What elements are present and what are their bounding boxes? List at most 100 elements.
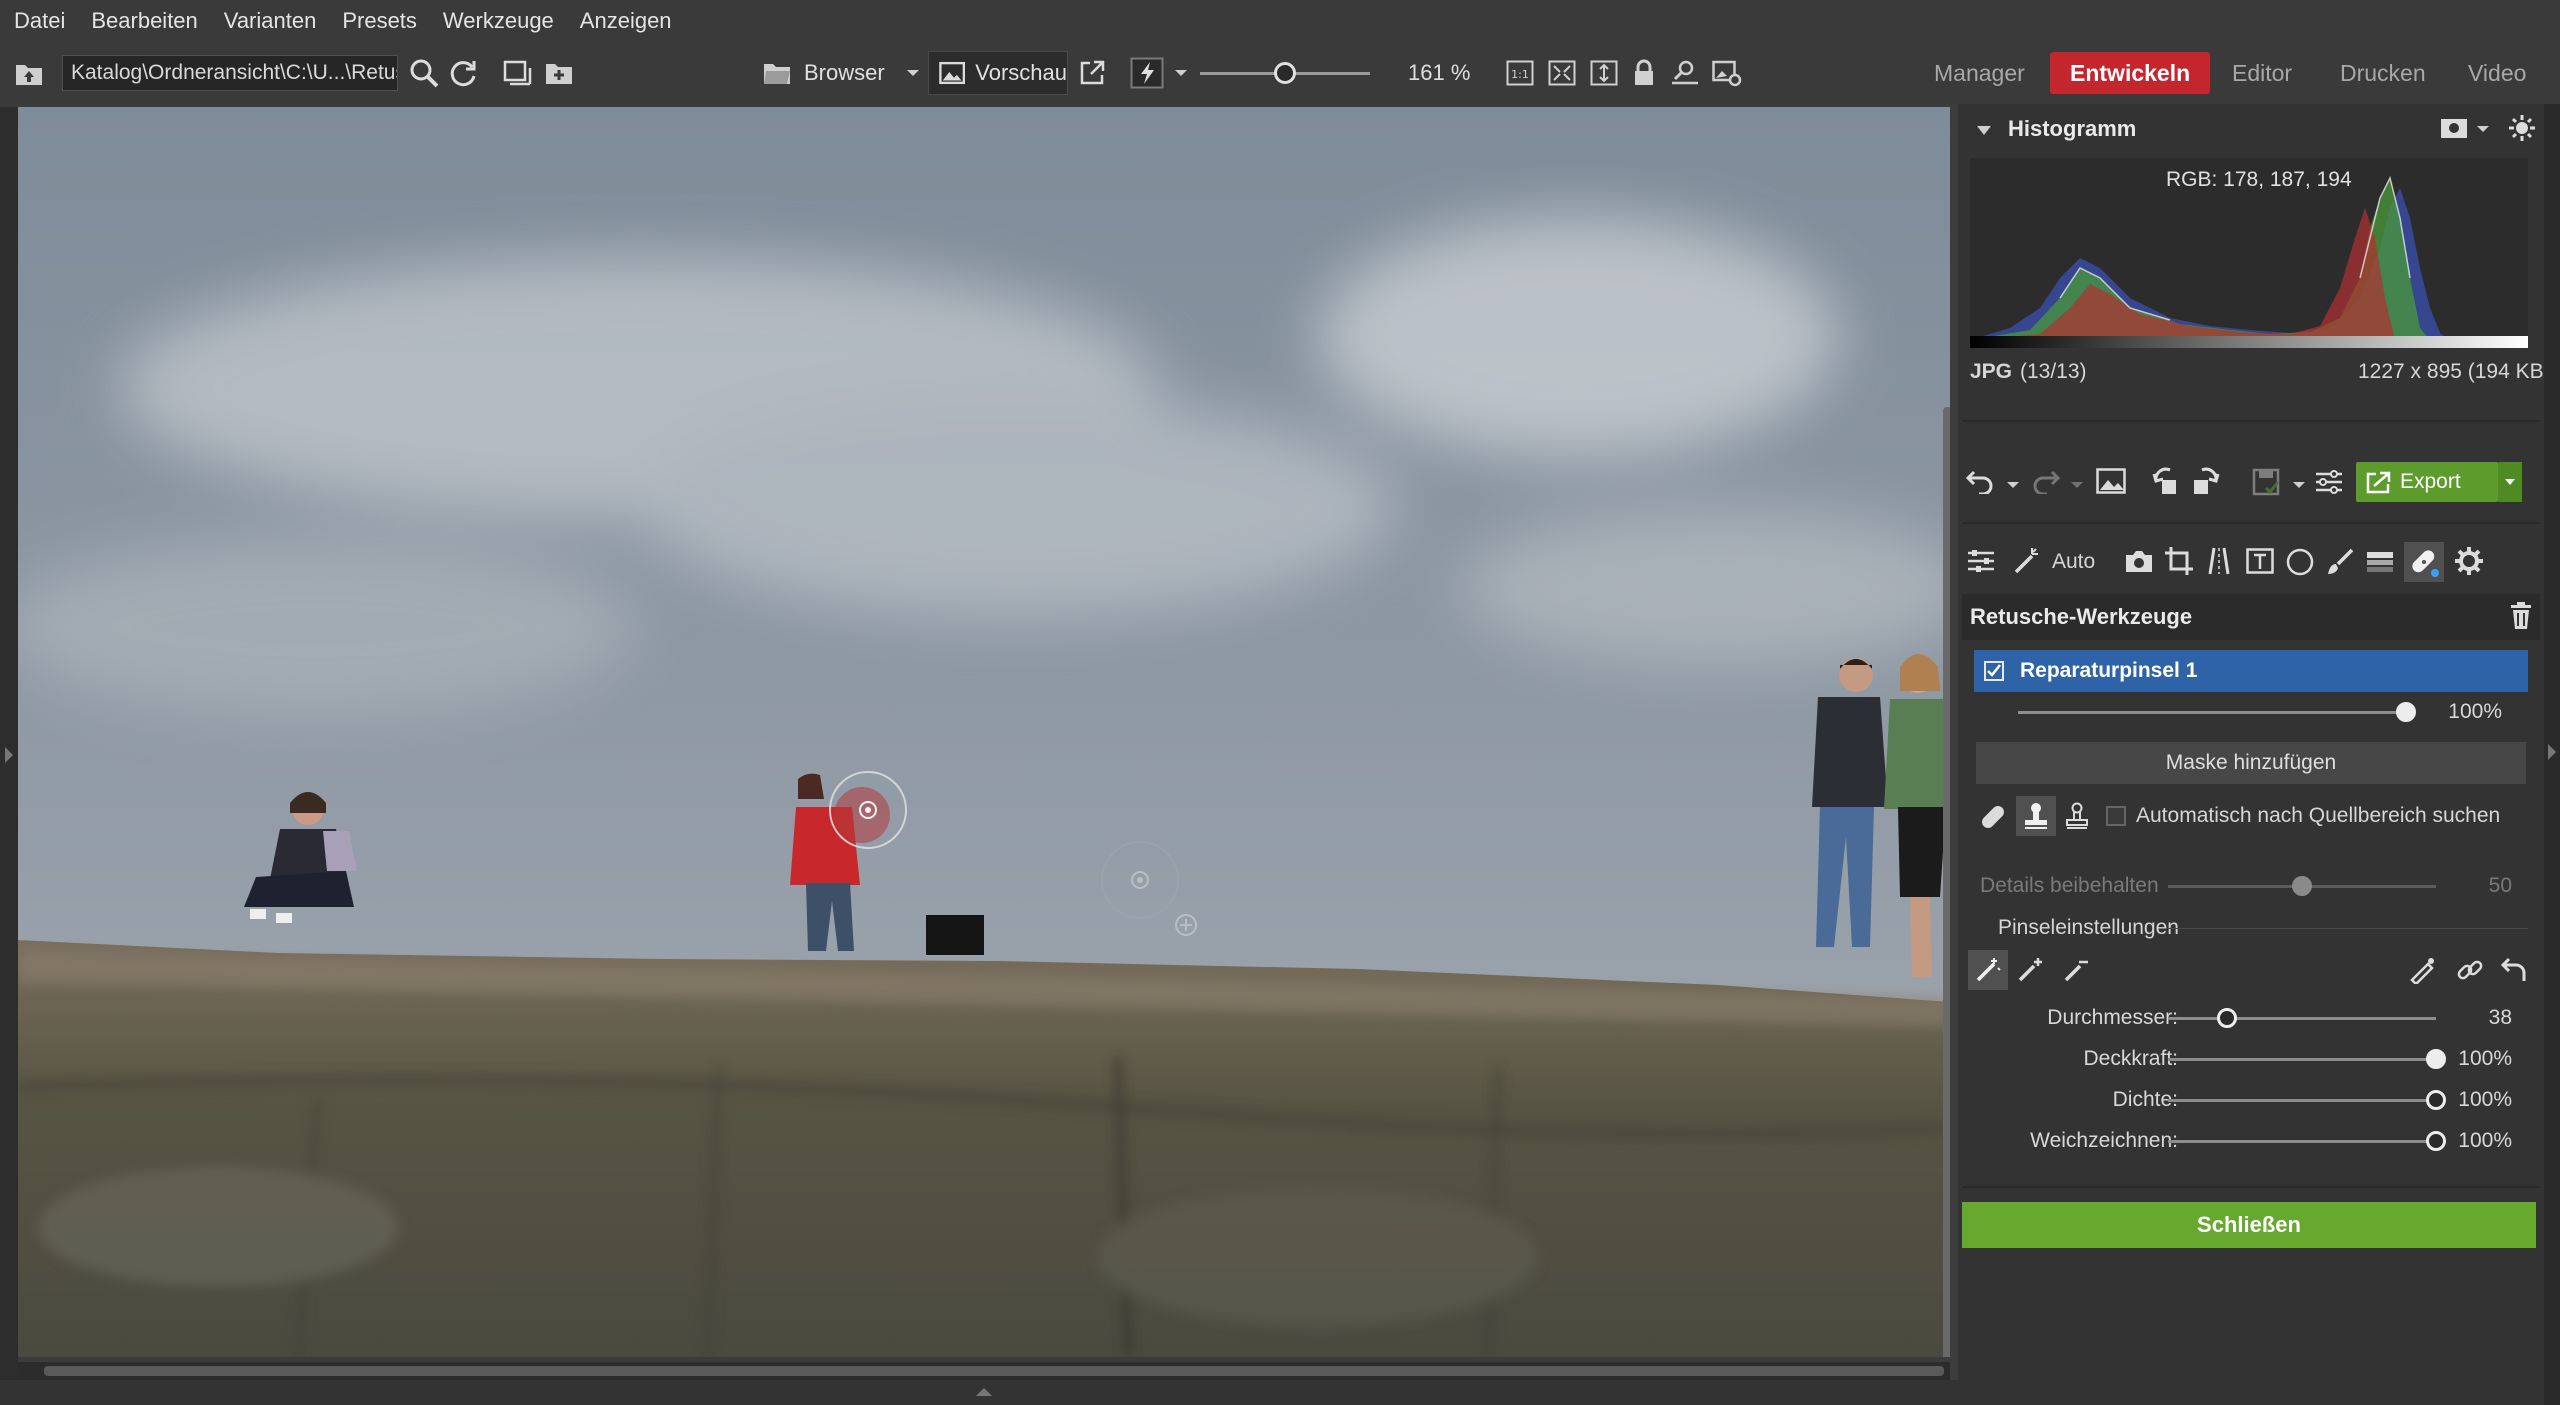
menu-bearbeiten[interactable]: Bearbeiten [91,8,197,34]
rotate-left-icon[interactable] [2152,466,2182,496]
new-folder-icon[interactable] [544,42,574,104]
crop-icon[interactable] [2164,546,2194,576]
tab-video[interactable]: Video [2448,52,2546,94]
stamp-outline-icon[interactable] [2064,802,2090,830]
tab-entwickeln[interactable]: Entwickeln [2050,52,2211,94]
chevron-down-icon[interactable] [906,42,920,104]
browser-button[interactable]: Browser [804,42,885,104]
divider [1962,1186,2540,1188]
auto-button[interactable]: Auto [2052,550,2095,574]
export-options-button[interactable] [2498,462,2522,502]
horizontal-scrollbar[interactable] [18,1362,1950,1380]
tab-drucken[interactable]: Drucken [2320,52,2446,94]
camera-view-icon[interactable] [2440,116,2468,140]
trash-icon[interactable] [2510,602,2532,630]
redo-icon[interactable] [2030,468,2060,494]
auto-search-checkbox[interactable] [2106,806,2126,826]
brush-erase-icon[interactable] [2062,956,2090,984]
text-frame-icon[interactable] [2246,548,2274,574]
fit-screen-icon[interactable] [1548,42,1576,104]
healing-brush-mode-icon[interactable] [1978,802,2008,832]
external-open-icon[interactable] [1078,42,1106,104]
compare-flash-icon[interactable] [1130,42,1164,104]
right-panel-collapse[interactable] [2544,104,2560,1405]
preview-label: Vorschau [975,60,1067,85]
divider [2168,928,2528,929]
undo-icon[interactable] [1966,468,1996,494]
horizontal-scrollbar-thumb[interactable] [44,1366,1944,1376]
layer-visibility-checkbox[interactable] [1984,661,2004,681]
collapse-arrow-icon[interactable] [1976,124,1992,136]
menu-presets[interactable]: Presets [342,8,417,34]
radial-filter-icon[interactable] [2286,548,2314,576]
menu-bar: Datei Bearbeiten Varianten Presets Werkz… [0,0,2560,42]
original-image-icon[interactable] [2096,468,2126,494]
lock-icon[interactable] [1632,42,1656,104]
vertical-scrollbar[interactable] [1943,407,1950,1357]
file-type: JPG [1970,360,2013,383]
brush-pick-icon[interactable] [2408,956,2436,984]
durchmesser-slider-knob[interactable] [2216,1008,2237,1028]
browser-folder-icon[interactable] [762,42,792,104]
gradient-filter-icon[interactable] [2366,550,2394,574]
zoom-slider-knob[interactable] [1274,62,1296,84]
fit-height-icon[interactable] [1590,42,1618,104]
navigator-icon[interactable] [1670,42,1700,104]
histogram: RGB: 178, 187, 194 [1970,158,2528,348]
brush-settings-title: Pinseleinstellungen [1998,916,2179,939]
menu-anzeigen[interactable]: Anzeigen [580,8,672,34]
rotate-right-icon[interactable] [2190,466,2220,496]
filmstrip-collapse[interactable] [0,1380,1960,1405]
layer-name: Reparaturpinsel 1 [2020,659,2198,682]
clone-stamp-icon[interactable] [2016,796,2056,836]
brush-plus-icon[interactable] [2016,956,2044,984]
weichzeichnen-slider[interactable] [2168,1140,2436,1143]
add-mask-button[interactable]: Maske hinzufügen [1976,742,2526,784]
perspective-icon[interactable] [2204,546,2234,576]
search-icon[interactable] [408,42,440,104]
deckkraft-slider[interactable] [2168,1058,2436,1061]
export-button[interactable]: Export [2356,462,2498,502]
slider-value: 100% [2458,1088,2512,1111]
tab-manager[interactable]: Manager [1914,52,2045,94]
path-field[interactable]: Katalog\Ordneransicht\C:\U...\Retuš [62,55,398,91]
chevron-down-icon[interactable] [1174,42,1188,104]
brush-add-icon[interactable] [1968,950,2008,990]
close-button[interactable]: Schließen [1962,1202,2536,1248]
refresh-icon[interactable] [448,42,478,104]
chevron-down-icon[interactable] [2006,480,2020,490]
menu-varianten[interactable]: Varianten [224,8,317,34]
zoom-1to1-icon[interactable]: 1:1 [1506,42,1534,104]
layer-opacity-slider[interactable] [2018,711,2406,714]
image-settings-icon[interactable] [1712,42,1742,104]
sliders-icon[interactable] [1966,548,1996,574]
reset-icon[interactable] [2500,956,2528,984]
save-icon[interactable] [2252,468,2282,496]
chevron-down-icon[interactable] [2070,480,2084,490]
gear-icon[interactable] [2454,546,2484,576]
details-slider-knob[interactable] [2292,876,2312,896]
adjust-settings-icon[interactable] [2314,468,2344,496]
menu-werkzeuge[interactable]: Werkzeuge [443,8,554,34]
healing-tool-icon[interactable] [2404,542,2444,582]
chevron-down-icon[interactable] [2292,480,2306,490]
menu-datei[interactable]: Datei [14,8,65,34]
import-icon[interactable] [502,42,532,104]
magic-wand-icon[interactable] [2012,546,2042,576]
tab-editor[interactable]: Editor [2212,52,2312,94]
brush-icon[interactable] [2326,548,2354,576]
layer-opacity-knob[interactable] [2396,702,2416,722]
export-icon [2366,471,2391,494]
layer-item-reparaturpinsel[interactable]: Reparaturpinsel 1 [1974,650,2528,692]
link-icon[interactable] [2456,956,2484,984]
photo-canvas[interactable] [18,107,1950,1357]
left-panel-collapse[interactable] [0,107,18,1405]
preview-button[interactable]: Vorschau [928,51,1068,95]
export-label: Export [2400,470,2461,493]
folder-up-icon[interactable] [14,42,44,104]
dichte-slider[interactable] [2168,1099,2436,1102]
sun-settings-icon[interactable] [2508,114,2536,142]
chevron-down-icon[interactable] [2476,124,2490,134]
camera-icon[interactable] [2124,548,2154,574]
durchmesser-slider[interactable] [2168,1017,2436,1020]
